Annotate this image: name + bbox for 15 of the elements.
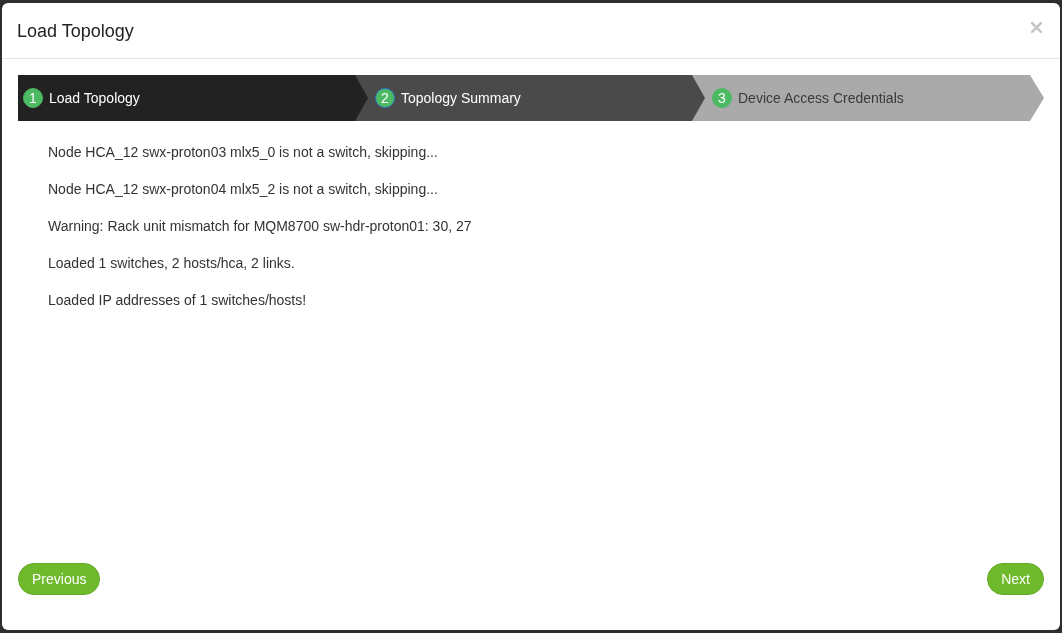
log-message: Loaded IP addresses of 1 switches/hosts! <box>48 291 307 310</box>
log-message: Node HCA_12 swx-proton03 mlx5_0 is not a switch, skipping... <box>48 143 438 162</box>
wizard-step[interactable]: 1 Load Topology <box>18 75 368 121</box>
close-icon[interactable] <box>1031 22 1042 33</box>
log-message: Node HCA_12 swx-proton04 mlx5_2 is not a switch, skipping... <box>48 180 438 199</box>
step-label: Topology Summary <box>401 88 521 108</box>
step-label: Load Topology <box>49 88 140 108</box>
step-number-badge: 3 <box>712 88 732 108</box>
step-label: Device Access Credentials <box>738 88 904 108</box>
step-number-badge: 1 <box>23 88 43 108</box>
dialog-title: Load Topology <box>17 19 134 43</box>
log-message: Warning: Rack unit mismatch for MQM8700 sw-hdr-proton01: 30, 27 <box>48 217 472 236</box>
step-number-badge: 2 <box>375 88 395 108</box>
log-message: Loaded 1 switches, 2 hosts/hca, 2 links. <box>48 254 295 273</box>
wizard-step[interactable]: 2 Topology Summary <box>355 75 705 121</box>
